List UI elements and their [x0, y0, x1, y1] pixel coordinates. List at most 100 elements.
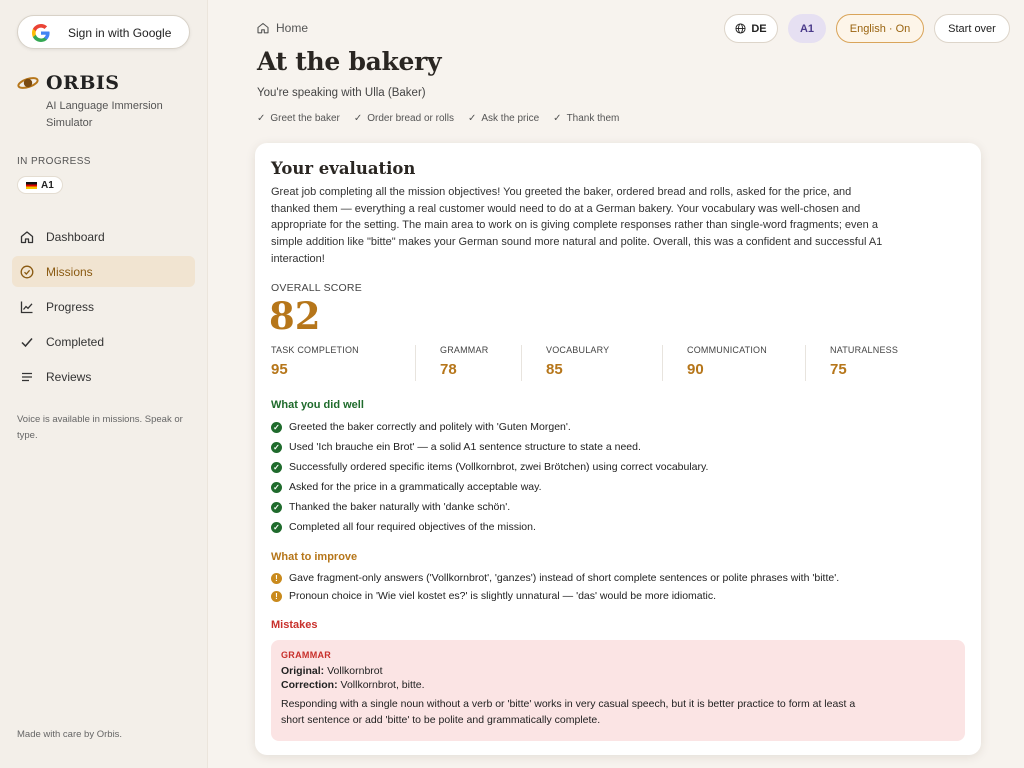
list-icon [22, 372, 32, 381]
page-title: At the bakery [257, 47, 442, 76]
did-well-text: Completed all four required objectives o… [289, 521, 536, 533]
check-circle-icon: ✓ [271, 501, 282, 513]
evaluation-card: Your evaluation Great job completing all… [255, 143, 981, 755]
objective-label: Thank them [566, 113, 620, 124]
metrics-row: TASK COMPLETION 95 GRAMMAR 78 VOCABULARY… [271, 345, 961, 381]
mistake-original: Original: Vollkornbrot [281, 665, 955, 677]
breadcrumb[interactable]: Home [257, 21, 308, 35]
home-icon [20, 230, 34, 243]
overall-score-value: 82 [269, 294, 321, 338]
did-well-item: ✓ Completed all four required objectives … [271, 517, 961, 537]
sidebar-item-dashboard[interactable]: Dashboard [12, 221, 195, 252]
brand-name: ORBIS [46, 72, 120, 94]
mistake-category: GRAMMAR [281, 650, 332, 660]
google-icon [32, 24, 50, 42]
improve-text: Pronoun choice in 'Wie viel kostet es?' … [289, 590, 717, 602]
metric-value: 75 [830, 361, 847, 378]
mistake-card: GRAMMAR Original: Vollkornbrot Correctio… [271, 640, 965, 741]
objective-item: ✓ Order bread or rolls [354, 113, 454, 124]
did-well-text: Greeted the baker correctly and politely… [289, 421, 571, 433]
sidebar-item-label: Progress [46, 299, 95, 314]
improve-text: Gave fragment-only answers ('Vollkornbro… [289, 572, 840, 584]
sidebar-item-reviews[interactable]: Reviews [12, 361, 195, 392]
evaluation-title: Your evaluation [271, 159, 416, 178]
correction-label: Correction: [281, 679, 338, 691]
did-well-text: Thanked the baker naturally with 'danke … [289, 501, 511, 513]
level-chip-label: A1 [41, 179, 54, 191]
original-label: Original: [281, 665, 325, 677]
warning-icon: ! [271, 572, 282, 584]
correction-text: Vollkornbrot, bitte. [340, 679, 425, 691]
brand[interactable]: ORBIS [17, 72, 120, 94]
improve-list: ! Gave fragment-only answers ('Vollkornbr… [271, 569, 961, 605]
mistakes-title: Mistakes [271, 619, 318, 631]
objective-item: ✓ Greet the baker [257, 113, 340, 124]
check-icon: ✓ [467, 113, 477, 124]
sidebar-item-label: Completed [46, 334, 105, 349]
sidebar-item-missions[interactable]: Missions [12, 256, 195, 287]
metric-vocabulary: VOCABULARY 85 [521, 345, 662, 381]
mission-subtitle: You're speaking with Ulla (Baker) [257, 87, 426, 99]
language-code: DE [751, 22, 767, 35]
objective-item: ✓ Thank them [553, 113, 619, 124]
orbis-logo-icon [17, 77, 39, 89]
sidebar-item-progress[interactable]: Progress [12, 291, 195, 322]
did-well-text: Asked for the price in a grammatically a… [289, 481, 542, 493]
improve-item: ! Pronoun choice in 'Wie viel kostet es?'… [271, 587, 961, 605]
check-icon: ✓ [553, 113, 562, 124]
check-icon: ✓ [353, 113, 363, 124]
improve-title: What to improve [271, 551, 358, 563]
did-well-item: ✓ Asked for the price in a grammatically … [271, 477, 961, 497]
sidebar-item-label: Reviews [46, 369, 92, 384]
metric-value: 95 [271, 361, 288, 378]
check-circle-icon: ✓ [271, 441, 282, 453]
check-icon: ✓ [257, 113, 266, 124]
language-selector[interactable]: DE [724, 14, 778, 43]
did-well-list: ✓ Greeted the baker correctly and politel… [271, 417, 961, 537]
level-badge[interactable]: A1 [788, 14, 826, 43]
in-progress-label: IN PROGRESS [17, 156, 91, 167]
warning-icon: ! [271, 590, 282, 602]
check-icon [21, 337, 33, 347]
metric-communication: COMMUNICATION 90 [662, 345, 805, 381]
did-well-text: Used 'Ich brauche ein Brot' — a solid A1… [289, 441, 641, 453]
metric-grammar: GRAMMAR 78 [415, 345, 521, 381]
overall-score-label: OVERALL SCORE [271, 282, 362, 294]
in-progress-level-chip[interactable]: A1 [17, 176, 63, 194]
did-well-item: ✓ Thanked the baker naturally with 'danke… [271, 497, 961, 517]
metric-label: TASK COMPLETION [271, 345, 359, 355]
improve-item: ! Gave fragment-only answers ('Vollkornbr… [271, 569, 961, 587]
google-sign-in-button[interactable]: Sign in with Google [17, 15, 190, 49]
original-text: Vollkornbrot [327, 665, 383, 677]
brand-tagline: AI Language Immersion Simulator [46, 100, 163, 129]
sidebar-item-label: Dashboard [46, 229, 105, 244]
sidebar-nav: Dashboard Missions Progress Completed Re… [12, 221, 195, 396]
voice-note: Voice is available in missions. Speak or… [17, 414, 183, 441]
home-icon [257, 22, 269, 34]
did-well-item: ✓ Greeted the baker correctly and politel… [271, 417, 961, 437]
metric-label: VOCABULARY [546, 345, 610, 355]
metric-value: 85 [546, 361, 563, 378]
sidebar: Sign in with Google ORBIS AI Language Im… [0, 0, 208, 768]
check-circle-icon: ✓ [271, 421, 282, 433]
target-icon [20, 265, 34, 278]
objective-label: Ask the price [481, 113, 540, 124]
metric-label: GRAMMAR [440, 345, 489, 355]
english-toggle[interactable]: English · On [836, 14, 924, 43]
start-over-button[interactable]: Start over [934, 14, 1010, 43]
sidebar-item-label: Missions [46, 264, 93, 279]
check-circle-icon: ✓ [271, 521, 282, 533]
metric-value: 90 [687, 361, 704, 378]
check-circle-icon: ✓ [271, 461, 282, 473]
german-flag-icon [26, 181, 37, 189]
sidebar-item-completed[interactable]: Completed [12, 326, 195, 357]
mistake-correction: Correction: Vollkornbrot, bitte. [281, 679, 955, 691]
top-bar: DE A1 English · On Start over [724, 14, 1010, 43]
mistake-explanation: Responding with a single noun without a … [281, 698, 856, 726]
metric-naturalness: NATURALNESS 75 [805, 345, 945, 381]
objective-label: Order bread or rolls [367, 113, 454, 124]
metric-task-completion: TASK COMPLETION 95 [271, 345, 415, 381]
did-well-item: ✓ Used 'Ich brauche ein Brot' — a solid A… [271, 437, 961, 457]
objective-label: Greet the baker [270, 113, 340, 124]
did-well-title: What you did well [271, 399, 364, 411]
